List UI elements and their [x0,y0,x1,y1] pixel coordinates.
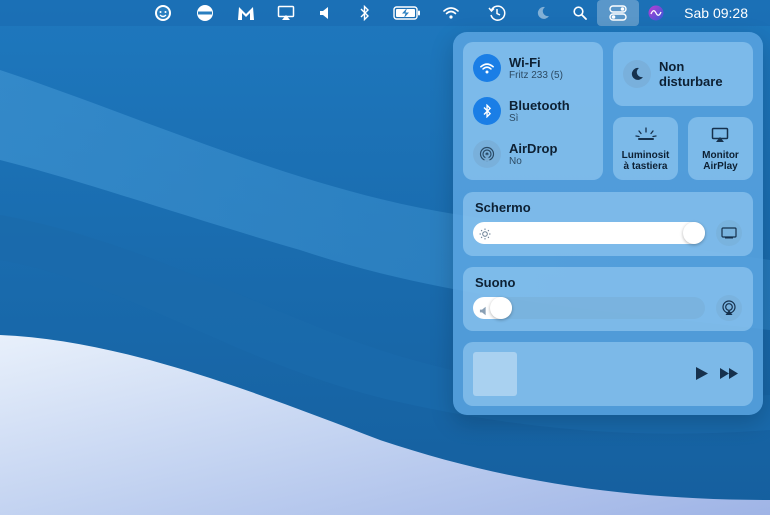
menu-bar: Sab 09:28 [0,0,770,26]
minus-circle-icon[interactable] [193,0,217,26]
control-center-icon[interactable] [597,0,639,26]
do-not-disturb-tile[interactable]: Non disturbare [613,42,753,106]
sun-icon [479,227,491,245]
airdrop-icon[interactable] [473,140,501,168]
siri-icon[interactable] [645,0,667,26]
wifi-network-name: Fritz 233 (5) [509,69,563,81]
display-brightness-slider[interactable] [473,222,705,244]
display-brightness-knob[interactable] [683,222,705,244]
airplay-monitor-label-line2: AirPlay [703,161,738,172]
airplay-monitor-label-line1: Monitor [702,150,739,161]
album-artwork [473,352,517,396]
battery-charging-icon[interactable] [392,0,422,26]
airdrop-toggle[interactable]: AirDrop No [473,140,557,168]
volume-icon[interactable] [316,0,334,26]
audio-output-button[interactable] [716,295,742,321]
search-icon[interactable] [570,0,590,26]
play-button[interactable] [695,366,709,386]
bluetooth-label: Bluetooth [509,97,570,113]
keyboard-brightness-icon [635,127,657,146]
speaker-icon [479,303,488,321]
bluetooth-status: Sì [509,112,519,124]
dnd-label-line1: Non [659,59,685,74]
keyboard-brightness-tile[interactable]: Luminosit à tastiera [613,117,678,180]
display-settings-button[interactable] [716,220,742,246]
wifi-label: Wi-Fi [509,54,541,70]
wifi-icon[interactable] [473,54,501,82]
dnd-label-line2: disturbare [659,74,723,89]
airdrop-status: No [509,155,522,167]
sound-title: Suono [475,275,516,290]
wifi-icon[interactable] [441,0,461,26]
volume-slider[interactable] [473,297,705,319]
airplay-icon [710,127,730,148]
keyboard-brightness-label-line2: à tastiera [623,161,668,172]
now-playing-module [463,342,753,406]
control-center-panel: Wi-Fi Fritz 233 (5) Bluetooth Sì AirDrop… [453,32,763,415]
sound-module: Suono [463,267,753,331]
volume-knob[interactable] [490,297,512,319]
bluetooth-icon[interactable] [473,97,501,125]
malwarebytes-icon[interactable] [233,0,259,26]
airdrop-label: AirDrop [509,140,558,156]
display-module: Schermo [463,192,753,256]
display-icon [721,227,737,239]
keyboard-brightness-label-line1: Luminosit [621,150,670,161]
airplay-icon[interactable] [275,0,297,26]
play-icon [696,367,708,380]
connectivity-module: Wi-Fi Fritz 233 (5) Bluetooth Sì AirDrop… [463,42,603,180]
airplay-audio-icon [722,300,736,315]
display-brightness-fill [473,222,705,244]
moon-icon [623,60,651,88]
bluetooth-icon[interactable] [356,0,374,26]
wifi-toggle[interactable]: Wi-Fi Fritz 233 (5) [473,54,563,82]
menubar-clock[interactable]: Sab 09:28 [684,0,748,26]
display-title: Schermo [475,200,531,215]
forward-button[interactable] [719,367,739,385]
time-machine-icon[interactable] [486,0,508,26]
face-app-icon[interactable] [151,0,175,26]
bluetooth-toggle[interactable]: Bluetooth Sì [473,97,570,125]
moon-icon[interactable] [533,0,553,26]
airplay-monitor-tile[interactable]: Monitor AirPlay [688,117,753,180]
fast-forward-icon [720,368,738,379]
